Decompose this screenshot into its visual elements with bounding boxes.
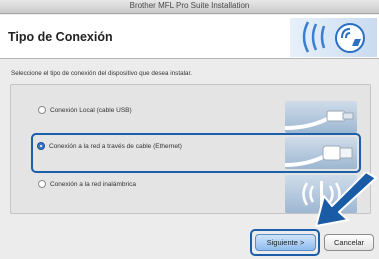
window-title: Brother MFL Pro Suite Installation: [129, 1, 250, 10]
pointer-arrow-icon: [315, 172, 377, 227]
next-button-highlight: [250, 229, 320, 256]
brand-wireless-logo-icon: [280, 18, 377, 57]
radio-wireless[interactable]: [38, 180, 46, 188]
instruction-text: Seleccione el tipo de conexión del dispo…: [11, 70, 192, 77]
option-usb[interactable]: Conexión Local (cable USB): [38, 103, 132, 117]
ethernet-option-highlight: [31, 133, 361, 173]
option-wireless-label: Conexión a la red inalámbrica: [50, 180, 136, 188]
option-usb-label: Conexión Local (cable USB): [50, 106, 132, 114]
usb-cable-icon: [285, 101, 357, 133]
title-bar[interactable]: Brother MFL Pro Suite Installation: [0, 0, 379, 14]
header: Tipo de Conexión: [0, 15, 379, 59]
option-wireless[interactable]: Conexión a la red inalámbrica: [38, 177, 136, 191]
cancel-button[interactable]: Cancelar: [324, 234, 374, 251]
installer-window: Brother MFL Pro Suite Installation Tipo …: [0, 0, 379, 259]
radio-usb[interactable]: [38, 106, 46, 114]
page-title: Tipo de Conexión: [8, 30, 113, 44]
